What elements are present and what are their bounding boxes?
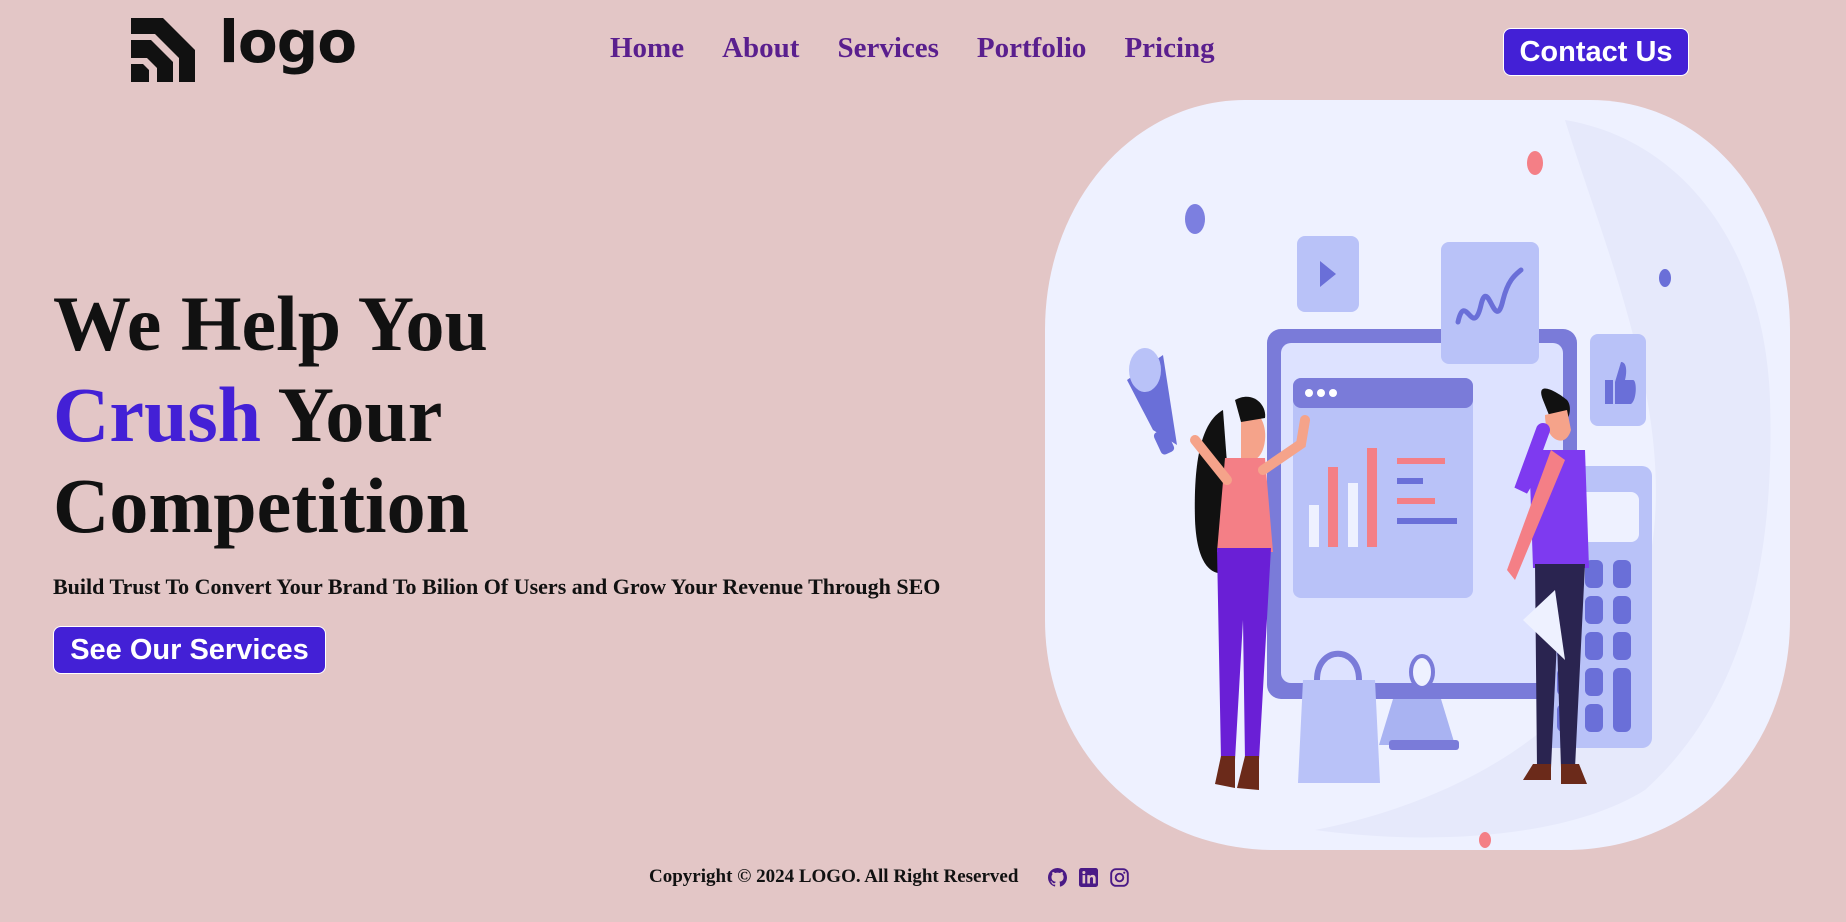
footer: Copyright © 2024 LOGO. All Right Reserve… — [649, 866, 1130, 888]
hero-illustration — [1045, 100, 1790, 850]
hero-title-line3: Competition — [53, 462, 469, 549]
nav-about[interactable]: About — [722, 34, 799, 63]
nav-home[interactable]: Home — [610, 34, 684, 63]
logo[interactable]: logo — [127, 8, 357, 87]
logo-text: logo — [219, 8, 357, 76]
linkedin-icon[interactable] — [1079, 867, 1099, 887]
main-nav: Home About Services Portfolio Pricing — [610, 34, 1215, 63]
hero-subtitle: Build Trust To Convert Your Brand To Bil… — [53, 574, 941, 599]
nav-pricing[interactable]: Pricing — [1124, 34, 1214, 63]
see-services-button[interactable]: See Our Services — [53, 626, 326, 674]
contact-us-button[interactable]: Contact Us — [1503, 28, 1689, 76]
hero-title-accent: Crush — [53, 371, 262, 458]
github-icon[interactable] — [1048, 867, 1068, 887]
instagram-icon[interactable] — [1110, 867, 1130, 887]
hero-title-line1: We Help You — [53, 280, 488, 367]
copyright-text: Copyright © 2024 LOGO. All Right Reserve… — [649, 866, 1019, 887]
nav-portfolio[interactable]: Portfolio — [977, 34, 1087, 63]
hero-title-line2: Your — [261, 371, 443, 458]
social-links — [1048, 867, 1130, 887]
logo-mark-icon — [131, 18, 195, 82]
nav-services[interactable]: Services — [837, 34, 938, 63]
hero-title: We Help You Crush Your Competition — [53, 278, 488, 551]
